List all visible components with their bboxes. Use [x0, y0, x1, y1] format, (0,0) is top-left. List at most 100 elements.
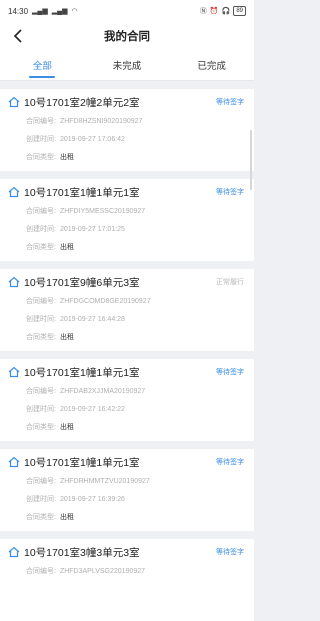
- contract-status: 等待签字: [216, 549, 244, 556]
- contract-card[interactable]: 10号1701室1幢1单元1室 等待签字 合同编号: ZHFDRHMMTZVU20…: [0, 449, 254, 531]
- contract-title: 10号1701室2幢2单元2室: [24, 96, 140, 109]
- signal-icon: ▂▄▆: [32, 7, 48, 15]
- signal-icon-2: ▂▄▆: [51, 7, 68, 15]
- created-time-row: 创建时间: 2019-09-27 16:42:22: [26, 401, 244, 419]
- contract-title: 10号1701室3幢3单元3室: [24, 546, 140, 559]
- contract-title: 10号1701室1幢1单元1室: [24, 366, 140, 379]
- tab-bar: 全部 未完成 已完成: [0, 50, 254, 81]
- contract-type-label: 合同类型:: [26, 244, 56, 251]
- contract-number: ZHFDRHMMTZVU20190927: [59, 478, 150, 485]
- tab-all-label: 全部: [32, 61, 52, 72]
- contract-title: 10号1701室1幢1单元1室: [24, 456, 140, 469]
- contract-title: 10号1701室9幢6单元3室: [24, 276, 140, 289]
- contract-status: 等待签字: [216, 459, 244, 466]
- alarm-icon: ⏰: [209, 7, 219, 15]
- tab-incomplete-label: 未完成: [112, 61, 142, 72]
- tab-completed[interactable]: 已完成: [169, 50, 254, 80]
- contract-type: 出租: [59, 334, 74, 341]
- card-header: 10号1701室9幢6单元3室 正常履行: [8, 269, 244, 293]
- created-time-label: 创建时间:: [26, 496, 56, 503]
- card-header: 10号1701室2幢2单元2室 等待签字: [8, 89, 244, 113]
- contract-number: ZHFD8HZSNI9020190927: [59, 118, 143, 125]
- house-icon: [8, 456, 20, 468]
- contract-card[interactable]: 10号1701室9幢6单元3室 正常履行 合同编号: ZHFDGCOMD8GE20…: [0, 269, 254, 351]
- contract-type-label: 合同类型:: [26, 154, 56, 161]
- battery-icon: 89: [233, 6, 246, 16]
- house-icon: [8, 546, 20, 558]
- created-time-label: 创建时间:: [26, 136, 56, 143]
- contract-number-row: 合同编号: ZHFDGCOMD8GE20190927: [26, 293, 244, 311]
- contract-number-label: 合同编号:: [26, 568, 56, 575]
- created-time: 2019-09-27 16:39:26: [59, 496, 125, 503]
- contract-number: ZHFDGCOMD8GE20190927: [59, 298, 151, 305]
- contract-type-label: 合同类型:: [26, 334, 56, 341]
- contract-number-label: 合同编号:: [26, 388, 56, 395]
- card-header: 10号1701室3幢3单元3室 等待签字: [8, 539, 244, 563]
- contract-number-label: 合同编号:: [26, 208, 56, 215]
- status-bar: 14:30 ▂▄▆ ▂▄▆ ◠ Ⓝ ⏰ 🎧 89: [0, 0, 254, 22]
- contract-number-row: 合同编号: ZHFDRHMMTZVU20190927: [26, 473, 244, 491]
- contract-type-row: 合同类型: 出租: [26, 239, 244, 257]
- contract-card[interactable]: 10号1701室1幢1单元1室 等待签字 合同编号: ZHFDAB2XJJMA20…: [0, 359, 254, 441]
- contract-type-label: 合同类型:: [26, 424, 56, 431]
- contract-type: 出租: [59, 514, 74, 521]
- contract-number-label: 合同编号:: [26, 298, 56, 305]
- contract-status: 等待签字: [216, 99, 244, 106]
- contract-title: 10号1701室1幢1单元1室: [24, 186, 140, 199]
- tab-incomplete[interactable]: 未完成: [85, 50, 170, 80]
- contract-number-label: 合同编号:: [26, 478, 56, 485]
- contract-number-label: 合同编号:: [26, 118, 56, 125]
- page-title: 我的合同: [104, 31, 150, 43]
- contract-status: 正常履行: [216, 279, 244, 286]
- tab-completed-label: 已完成: [197, 61, 226, 72]
- created-time: 2019-09-27 16:44:28: [59, 316, 125, 323]
- scrollbar[interactable]: [250, 130, 252, 190]
- house-icon: [8, 96, 20, 108]
- contract-number: ZHFDIY5MESSC20190927: [59, 208, 146, 215]
- card-header: 10号1701室1幢1单元1室 等待签字: [8, 359, 244, 383]
- wifi-icon: ◠: [71, 7, 78, 15]
- contract-type-row: 合同类型: 出租: [26, 149, 244, 167]
- contract-type-row: 合同类型: 出租: [26, 419, 244, 437]
- tab-all[interactable]: 全部: [0, 50, 85, 80]
- created-time: 2019-09-27 17:06:42: [59, 136, 125, 143]
- contract-status: 等待签字: [216, 369, 244, 376]
- created-time: 2019-09-27 16:42:22: [59, 406, 125, 413]
- created-time-row: 创建时间: 2019-09-27 16:44:28: [26, 311, 244, 329]
- status-time: 14:30: [8, 6, 29, 16]
- contract-type: 出租: [59, 424, 74, 431]
- contract-type: 出租: [59, 154, 74, 161]
- chevron-left-icon: [13, 29, 22, 43]
- house-icon: [8, 366, 20, 378]
- contract-status: 等待签字: [216, 189, 244, 196]
- contract-card[interactable]: 10号1701室1幢1单元1室 等待签字 合同编号: ZHFDIY5MESSC20…: [0, 179, 254, 261]
- created-time-row: 创建时间: 2019-09-27 17:01:25: [26, 221, 244, 239]
- status-right: Ⓝ ⏰ 🎧 89: [200, 6, 246, 16]
- nav-bar: 我的合同: [0, 22, 254, 50]
- created-time-label: 创建时间:: [26, 406, 56, 413]
- contract-number-row: 合同编号: ZHFDIY5MESSC20190927: [26, 203, 244, 221]
- created-time-row: 创建时间: 2019-09-27 17:06:42: [26, 131, 244, 149]
- created-time-label: 创建时间:: [26, 226, 56, 233]
- house-icon: [8, 276, 20, 288]
- contract-type-label: 合同类型:: [26, 514, 56, 521]
- contract-type: 出租: [59, 244, 74, 251]
- contract-card[interactable]: 10号1701室3幢3单元3室 等待签字 合同编号: ZHFD3APLVSG220…: [0, 539, 254, 621]
- contract-number: ZHFDAB2XJJMA20190927: [59, 388, 146, 395]
- created-time-row: 创建时间: 2019-09-27 16:39:26: [26, 491, 244, 509]
- contract-type-row: 合同类型: 出租: [26, 509, 244, 527]
- contract-card[interactable]: 10号1701室2幢2单元2室 等待签字 合同编号: ZHFD8HZSNI9020…: [0, 89, 254, 171]
- created-time: 2019-09-27 17:01:25: [59, 226, 125, 233]
- card-header: 10号1701室1幢1单元1室 等待签字: [8, 449, 244, 473]
- back-button[interactable]: [8, 26, 28, 46]
- contract-type-row: 合同类型: 出租: [26, 329, 244, 347]
- contract-number: ZHFD3APLVSG220190927: [59, 568, 146, 575]
- contract-number-row: 合同编号: ZHFDAB2XJJMA20190927: [26, 383, 244, 401]
- contract-list: 10号1701室2幢2单元2室 等待签字 合同编号: ZHFD8HZSNI9020…: [0, 81, 254, 621]
- headset-icon: 🎧: [221, 7, 231, 15]
- contract-number-row: 合同编号: ZHFD8HZSNI9020190927: [26, 113, 244, 131]
- nfc-icon: Ⓝ: [199, 7, 207, 15]
- contract-number-row: 合同编号: ZHFD3APLVSG220190927: [26, 563, 244, 581]
- status-left: 14:30 ▂▄▆ ▂▄▆ ◠: [8, 7, 78, 16]
- card-header: 10号1701室1幢1单元1室 等待签字: [8, 179, 244, 203]
